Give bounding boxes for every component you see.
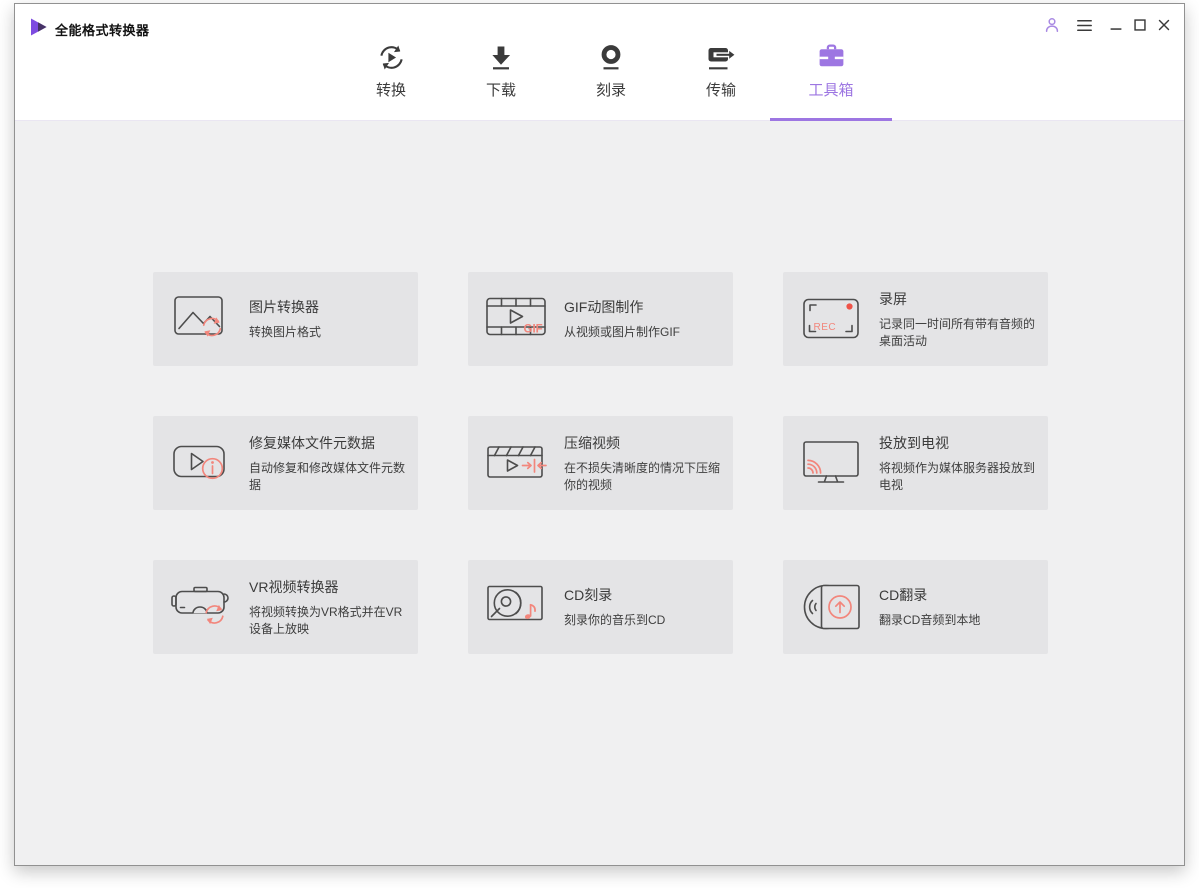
close-button[interactable]: [1152, 13, 1176, 37]
tool-card-gif-maker[interactable]: GIF GIF动图制作 从视频或图片制作GIF: [468, 272, 733, 366]
nav-tabs: 转换 下载 刻录 传输 工具箱: [336, 37, 892, 121]
app-title: 全能格式转换器: [55, 23, 150, 38]
app-window: 全能格式转换器 转换 下载 刻录 传输 工具箱 图片转换器 转换图片格式 GIF…: [14, 3, 1185, 866]
tool-card-fix-metadata[interactable]: 修复媒体文件元数据 自动修复和修改媒体文件元数据: [153, 416, 418, 510]
app-logo-play-icon: [26, 15, 50, 39]
tool-desc: 刻录你的音乐到CD: [564, 613, 666, 627]
gif-maker-icon: GIF: [468, 290, 564, 348]
tool-title: GIF动图制作: [564, 299, 644, 315]
tool-card-vr-converter[interactable]: VR视频转换器 将视频转换为VR格式并在VR设备上放映: [153, 560, 418, 654]
cd-ripper-icon: [783, 578, 879, 636]
tool-card-cd-ripper[interactable]: CD翻录 翻录CD音频到本地: [783, 560, 1048, 654]
maximize-icon: [1134, 19, 1146, 31]
tool-title: CD翻录: [879, 587, 928, 603]
convert-icon: [376, 37, 407, 73]
menu-button[interactable]: [1072, 13, 1096, 37]
tool-card-cd-burner[interactable]: CD刻录 刻录你的音乐到CD: [468, 560, 733, 654]
tool-desc: 记录同一时间所有带有音频的桌面活动: [879, 316, 1036, 348]
tab-label: 下载: [485, 82, 516, 99]
cd-burner-icon: [468, 578, 564, 636]
tool-desc: 自动修复和修改媒体文件元数据: [249, 460, 406, 492]
tool-card-screen-recorder[interactable]: REC 录屏 记录同一时间所有带有音频的桌面活动: [783, 272, 1048, 366]
tool-title: 录屏: [879, 290, 907, 307]
download-icon: [486, 37, 516, 73]
header: 全能格式转换器 转换 下载 刻录 传输 工具箱: [15, 4, 1184, 121]
tool-desc: 在不损失清晰度的情况下压缩你的视频: [564, 460, 721, 492]
account-button[interactable]: [1040, 13, 1064, 37]
tab-label: 工具箱: [808, 82, 854, 99]
tool-desc: 将视频作为媒体服务器投放到电视: [879, 460, 1036, 492]
transfer-icon: [706, 37, 736, 73]
svg-text:GIF: GIF: [524, 324, 543, 336]
tab-label: 刻录: [595, 82, 626, 99]
tool-title: 压缩视频: [564, 434, 620, 451]
toolbox-icon: [816, 37, 847, 73]
tool-title: VR视频转换器: [249, 578, 339, 595]
tool-desc: 翻录CD音频到本地: [879, 613, 981, 627]
tab-toolbox[interactable]: 工具箱: [770, 37, 892, 121]
video-compressor-icon: [468, 434, 564, 492]
vr-converter-icon: [153, 578, 249, 636]
toolbox-content: 图片转换器 转换图片格式 GIF GIF动图制作 从视频或图片制作GIF REC…: [15, 121, 1184, 865]
close-icon: [1158, 19, 1170, 31]
svg-text:REC: REC: [814, 322, 837, 333]
account-icon: [1045, 18, 1059, 32]
tool-card-video-compressor[interactable]: 压缩视频 在不损失清晰度的情况下压缩你的视频: [468, 416, 733, 510]
tool-card-cast-to-tv[interactable]: 投放到电视 将视频作为媒体服务器投放到电视: [783, 416, 1048, 510]
tool-desc: 转换图片格式: [249, 325, 322, 339]
tool-desc: 将视频转换为VR格式并在VR设备上放映: [249, 604, 403, 636]
tool-title: 投放到电视: [879, 434, 949, 451]
tool-title: 修复媒体文件元数据: [249, 434, 375, 451]
tab-download[interactable]: 下载: [446, 37, 556, 121]
maximize-button[interactable]: [1128, 13, 1152, 37]
image-converter-icon: [153, 290, 249, 348]
window-controls: [1040, 13, 1176, 37]
tool-title: CD刻录: [564, 587, 613, 603]
cast-to-tv-icon: [783, 434, 879, 492]
tab-convert[interactable]: 转换: [336, 37, 446, 121]
tool-desc: 从视频或图片制作GIF: [564, 325, 680, 339]
tools-grid: 图片转换器 转换图片格式 GIF GIF动图制作 从视频或图片制作GIF REC…: [153, 272, 1048, 654]
tab-label: 转换: [375, 82, 406, 99]
minimize-icon: [1110, 28, 1122, 30]
minimize-button[interactable]: [1104, 13, 1128, 37]
screen-recorder-icon: REC: [783, 290, 879, 348]
tool-card-image-converter[interactable]: 图片转换器 转换图片格式: [153, 272, 418, 366]
tool-title: 图片转换器: [249, 299, 319, 315]
tab-label: 传输: [705, 82, 736, 99]
menu-icon: [1076, 19, 1092, 31]
fix-metadata-icon: [153, 434, 249, 492]
tab-burn[interactable]: 刻录: [556, 37, 666, 121]
tab-transfer[interactable]: 传输: [666, 37, 776, 121]
burn-icon: [596, 37, 626, 73]
